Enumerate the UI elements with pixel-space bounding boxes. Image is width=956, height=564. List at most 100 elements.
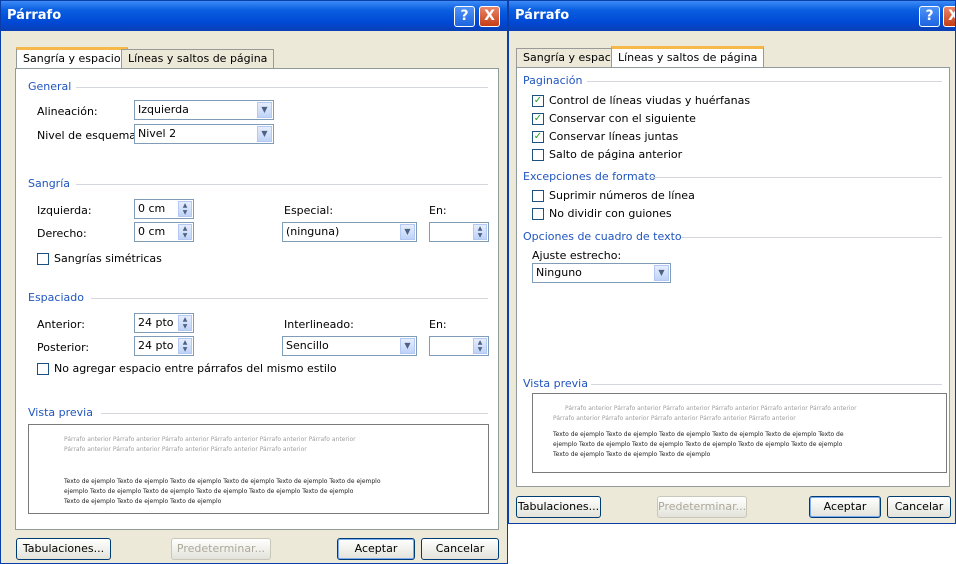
preview-previous-line: Párrafo anterior Párrafo anterior Párraf… xyxy=(64,436,356,443)
paragraph-dialog-line-breaks: Párrafo ? X Sangría y espacio Líneas y s… xyxy=(508,0,956,524)
spacing-after-spinner[interactable]: 24 pto ▲ ▼ xyxy=(134,336,194,356)
preview-previous-line: Párrafo anterior Párrafo anterior Párraf… xyxy=(565,405,857,412)
divider xyxy=(649,177,942,178)
preview-sample-line: Texto de ejemplo Texto de ejemplo Texto … xyxy=(553,431,844,438)
spacing-after-label: Posterior: xyxy=(37,341,90,354)
chevron-down-icon: ▼ xyxy=(400,224,415,240)
ok-button[interactable]: Aceptar xyxy=(337,538,415,560)
paragraph-dialog-indent: Párrafo ? X Sangría y espacio Líneas y s… xyxy=(0,0,508,564)
group-pagination-heading: Paginación xyxy=(523,74,583,87)
keep-lines-together-checkbox[interactable]: ✓ xyxy=(532,131,544,143)
no-hyphenate-checkbox[interactable] xyxy=(532,208,544,220)
indent-right-value: 0 cm xyxy=(138,225,166,238)
indent-left-label: Izquierda: xyxy=(37,204,92,217)
special-indent-dropdown[interactable]: (ninguna) ▼ xyxy=(282,222,417,242)
outline-level-dropdown[interactable]: Nivel 2 ▼ xyxy=(134,124,274,144)
line-spacing-dropdown[interactable]: Sencillo ▼ xyxy=(282,336,417,356)
group-textbox-heading: Opciones de cuadro de texto xyxy=(523,230,682,243)
title-bar: Párrafo ? X xyxy=(1,1,507,31)
indent-by-label: En: xyxy=(429,204,447,217)
cancel-button[interactable]: Cancelar xyxy=(421,538,499,560)
preview-previous-line: Párrafo anterior Párrafo anterior Párraf… xyxy=(553,415,796,422)
spinner-arrows-icon[interactable]: ▲ ▼ xyxy=(178,338,192,354)
line-spacing-at-spinner[interactable]: ▲ ▼ xyxy=(429,336,489,356)
preview-box: Párrafo anterior Párrafo anterior Párraf… xyxy=(28,424,489,514)
alignment-label: Alineación: xyxy=(37,105,98,118)
special-label: Especial: xyxy=(284,204,334,217)
preview-sample-line: Texto de ejemplo Texto de ejemplo Texto … xyxy=(553,451,711,458)
tabs-button[interactable]: Tabulaciones... xyxy=(16,538,111,560)
indent-right-label: Derecho: xyxy=(37,227,87,240)
set-default-button[interactable]: Predeterminar... xyxy=(657,496,747,518)
no-hyphenate-label: No dividir con guiones xyxy=(549,207,672,220)
help-button[interactable]: ? xyxy=(454,6,475,27)
tab-lines-page-breaks[interactable]: Líneas y saltos de página xyxy=(121,49,275,69)
divider xyxy=(76,184,488,185)
mirror-indents-checkbox[interactable] xyxy=(37,253,49,265)
alignment-value: Izquierda xyxy=(138,103,189,116)
line-spacing-at-label: En: xyxy=(429,318,447,331)
dialog-title: Párrafo xyxy=(515,8,570,23)
spacing-before-value: 24 pto xyxy=(138,316,174,329)
divider xyxy=(587,81,942,82)
widow-control-checkbox[interactable]: ✓ xyxy=(532,95,544,107)
group-general-heading: General xyxy=(28,80,72,93)
indent-left-spinner[interactable]: 0 cm ▲ ▼ xyxy=(134,199,194,219)
preview-box: Párrafo anterior Párrafo anterior Párraf… xyxy=(532,393,947,473)
set-default-button[interactable]: Predeterminar... xyxy=(171,538,271,560)
tight-wrap-value: Ninguno xyxy=(536,266,582,279)
group-preview-heading: Vista previa xyxy=(28,406,93,419)
spinner-arrows-icon[interactable]: ▲ ▼ xyxy=(178,315,192,331)
title-bar: Párrafo ? X xyxy=(509,1,955,31)
page-break-before-checkbox[interactable] xyxy=(532,149,544,161)
tab-indent-spacing[interactable]: Sangría y espacio xyxy=(16,47,128,69)
preview-sample-line: ejemplo Texto de ejemplo Texto de ejempl… xyxy=(553,441,843,448)
suppress-line-numbers-checkbox[interactable] xyxy=(532,190,544,202)
divider xyxy=(591,384,942,385)
chevron-down-icon: ▼ xyxy=(654,265,669,281)
line-spacing-label: Interlineado: xyxy=(284,318,354,331)
divider xyxy=(76,87,488,88)
alignment-dropdown[interactable]: Izquierda ▼ xyxy=(134,100,274,120)
spacing-after-value: 24 pto xyxy=(138,339,174,352)
group-exceptions-heading: Excepciones de formato xyxy=(523,170,656,183)
no-space-same-style-checkbox[interactable] xyxy=(37,363,49,375)
preview-sample-line: Texto de ejemplo Texto de ejemplo Texto … xyxy=(64,498,222,505)
spinner-arrows-icon[interactable]: ▲ ▼ xyxy=(473,224,487,240)
outline-level-value: Nivel 2 xyxy=(138,127,177,140)
widow-control-label: Control de líneas viudas y huérfanas xyxy=(549,94,751,107)
tight-wrap-dropdown[interactable]: Ninguno ▼ xyxy=(532,263,671,283)
page-break-before-label: Salto de página anterior xyxy=(549,148,683,161)
special-indent-value: (ninguna) xyxy=(286,225,340,238)
preview-sample-line: ejemplo Texto de ejemplo Texto de ejempl… xyxy=(64,488,354,495)
spacing-before-label: Anterior: xyxy=(37,318,85,331)
close-button[interactable]: X xyxy=(479,6,500,27)
indent-left-value: 0 cm xyxy=(138,202,166,215)
help-button[interactable]: ? xyxy=(919,6,940,27)
keep-with-next-checkbox[interactable]: ✓ xyxy=(532,113,544,125)
spinner-arrows-icon[interactable]: ▲ ▼ xyxy=(178,201,192,217)
group-preview-heading: Vista previa xyxy=(523,377,588,390)
spinner-arrows-icon[interactable]: ▲ ▼ xyxy=(178,224,192,240)
ok-button[interactable]: Aceptar xyxy=(809,496,881,518)
group-indent-heading: Sangría xyxy=(28,177,70,190)
indent-right-spinner[interactable]: 0 cm ▲ ▼ xyxy=(134,222,194,242)
keep-with-next-label: Conservar con el siguiente xyxy=(549,112,696,125)
preview-previous-line: Párrafo anterior Párrafo anterior Párraf… xyxy=(64,446,307,453)
tabs-button[interactable]: Tabulaciones... xyxy=(516,496,601,518)
cancel-button[interactable]: Cancelar xyxy=(887,496,951,518)
line-spacing-value: Sencillo xyxy=(286,339,329,352)
outline-level-label: Nivel de esquema: xyxy=(37,129,140,142)
spinner-arrows-icon[interactable]: ▲ ▼ xyxy=(473,338,487,354)
chevron-down-icon: ▼ xyxy=(257,126,272,142)
suppress-line-numbers-label: Suprimir números de línea xyxy=(549,189,695,202)
keep-lines-together-label: Conservar líneas juntas xyxy=(549,130,679,143)
mirror-indents-label: Sangrías simétricas xyxy=(54,252,162,265)
dialog-title: Párrafo xyxy=(7,8,62,23)
tab-lines-page-breaks[interactable]: Líneas y saltos de página xyxy=(611,46,765,68)
close-button[interactable]: X xyxy=(943,6,955,27)
divider xyxy=(91,298,488,299)
spacing-before-spinner[interactable]: 24 pto ▲ ▼ xyxy=(134,313,194,333)
chevron-down-icon: ▼ xyxy=(400,338,415,354)
indent-by-spinner[interactable]: ▲ ▼ xyxy=(429,222,489,242)
